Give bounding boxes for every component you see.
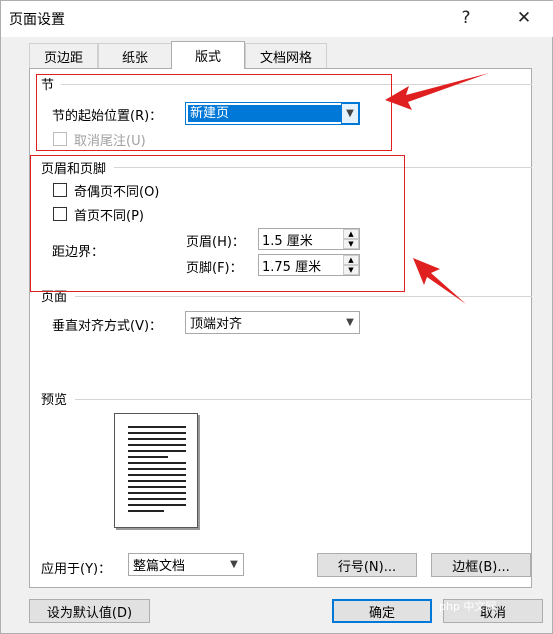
annotation-arrow-header-footer — [413, 258, 466, 304]
preview-text-line — [128, 456, 168, 458]
preview-group-label: 预览 — [41, 393, 68, 408]
title-bar: 页面设置 ? ✕ — [1, 1, 553, 37]
preview-text-line — [128, 480, 186, 482]
chevron-down-icon[interactable]: ▼ — [341, 312, 359, 333]
preview-text-line — [128, 486, 186, 488]
help-button[interactable]: ? — [444, 3, 488, 33]
borders-button[interactable]: 边框(B)... — [431, 553, 531, 577]
apply-to-select[interactable]: 整篇文档 ▼ — [128, 553, 244, 576]
set-default-button[interactable]: 设为默认值(D) — [29, 599, 150, 623]
preview-text-line — [128, 462, 186, 464]
dialog-title: 页面设置 — [9, 12, 65, 28]
ok-button[interactable]: 确定 — [332, 599, 432, 623]
preview-text-line — [128, 438, 186, 440]
vertical-align-label: 垂直对齐方式(V)： — [52, 319, 163, 334]
preview-text-line — [128, 498, 186, 500]
line-numbers-button[interactable]: 行号(N)... — [317, 553, 417, 577]
tab-document-grid[interactable]: 文档网格 — [245, 43, 327, 68]
chevron-down-icon[interactable]: ▼ — [225, 554, 243, 575]
page-setup-dialog: 页面设置 ? ✕ 页边距 纸张 版式 文档网格 节 节的起始位置(R)： 新建页… — [0, 0, 553, 634]
preview-text-line — [128, 510, 164, 512]
preview-page-thumbnail — [114, 413, 198, 528]
apply-to-label: 应用于(Y)： — [41, 562, 112, 577]
preview-text-line — [128, 474, 186, 476]
tab-margins[interactable]: 页边距 — [29, 43, 98, 68]
preview-text-line — [128, 426, 186, 428]
preview-text-line — [128, 468, 186, 470]
annotation-box-section — [36, 74, 392, 151]
tab-paper[interactable]: 纸张 — [98, 43, 172, 68]
watermark-logo: php 中文网 — [439, 600, 497, 613]
apply-to-value: 整篇文档 — [133, 559, 186, 574]
preview-text-line — [128, 450, 186, 452]
preview-text-line — [128, 444, 186, 446]
annotation-arrow-section — [385, 73, 489, 110]
preview-text-line — [128, 432, 186, 434]
close-button[interactable]: ✕ — [502, 3, 546, 33]
tab-layout[interactable]: 版式 — [171, 41, 245, 69]
preview-text-line — [128, 492, 186, 494]
annotation-box-header-footer — [30, 155, 405, 292]
preview-separator — [75, 399, 532, 400]
vertical-align-select[interactable]: 顶端对齐 ▼ — [185, 311, 360, 334]
vertical-align-value: 顶端对齐 — [190, 317, 243, 332]
preview-text-line — [128, 504, 186, 506]
